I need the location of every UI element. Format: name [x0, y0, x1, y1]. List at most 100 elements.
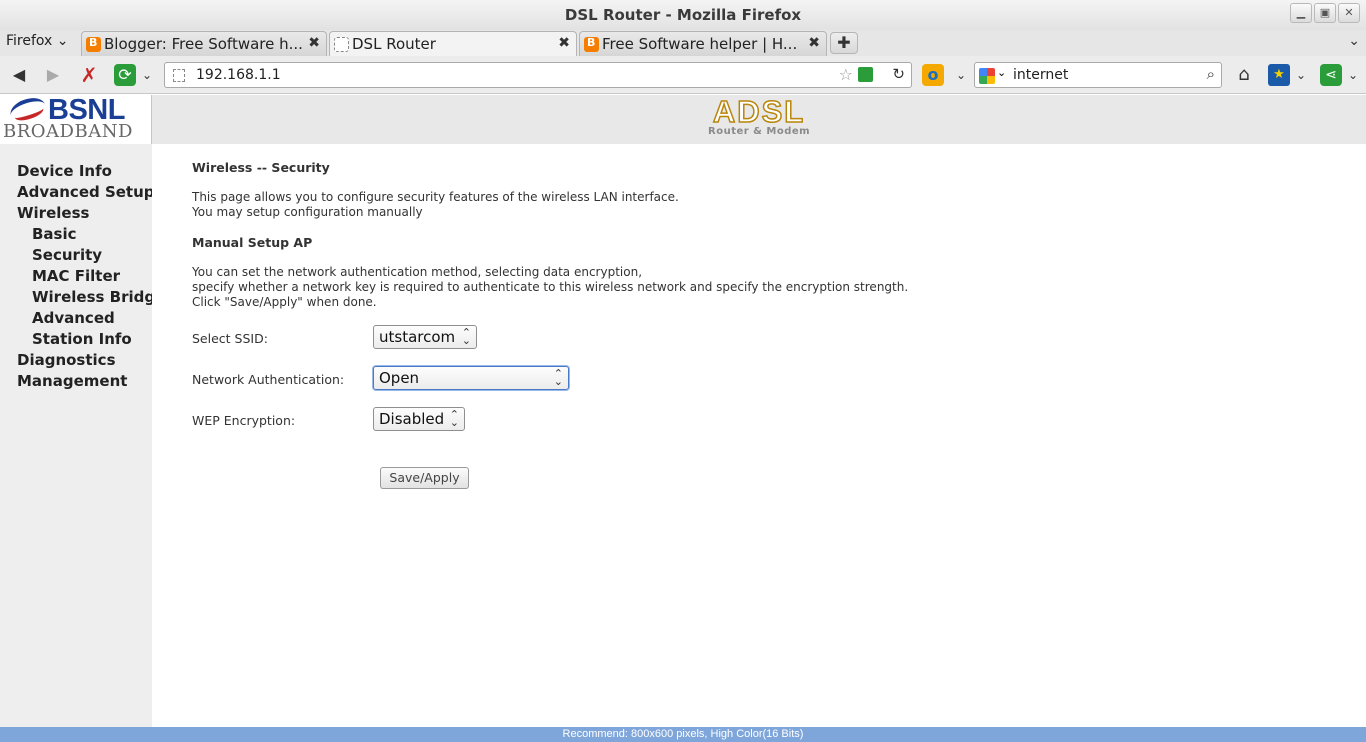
chevron-down-icon: ⌄ — [52, 33, 69, 49]
home-icon: ⌂ — [1238, 64, 1250, 85]
sync-button[interactable]: ⟳ — [114, 64, 136, 86]
tab-blogger[interactable]: Blogger: Free Software h... ✖ — [81, 31, 327, 56]
adsl-logo-title: ADSL — [712, 94, 806, 130]
ssid-select[interactable]: utstarcom ⌃ ⌄ — [373, 325, 477, 349]
search-icon[interactable]: ⌕ — [1207, 65, 1215, 83]
sidebar-item-management[interactable]: Management — [17, 372, 127, 390]
share-icon: ⋖ — [1325, 67, 1337, 83]
page-title: Wireless -- Security — [192, 160, 330, 175]
share-icon[interactable] — [858, 67, 873, 82]
arrow-left-icon: ◀ — [12, 65, 26, 84]
tab-dsl-router[interactable]: DSL Router ✖ — [329, 31, 577, 56]
sidebar-item-advanced-setup[interactable]: Advanced Setup — [17, 183, 152, 201]
description-text-3: Click "Save/Apply" when done. — [192, 295, 377, 309]
minimize-icon[interactable]: ▁ — [1290, 3, 1312, 23]
navigation-toolbar: ◀ ▶ ✗ ⟳ ⌄ 192.168.1.1 ☆ ↻ o ⌄ ⌄ internet… — [0, 56, 1366, 94]
window-title: DSL Router - Mozilla Firefox — [564, 6, 802, 24]
window-titlebar: DSL Router - Mozilla Firefox ▁ ▣ ✕ — [0, 0, 1366, 30]
sidebar-item-advanced[interactable]: Advanced — [32, 309, 115, 327]
bookmarks-button[interactable]: ★ — [1268, 64, 1290, 86]
plus-icon: ✚ — [837, 33, 851, 52]
search-bar[interactable]: ⌄ internet ⌕ — [974, 62, 1222, 88]
sidebar-item-station-info[interactable]: Station Info — [32, 330, 132, 348]
ssid-select-value: utstarcom — [379, 328, 456, 346]
sidebar-item-mac-filter[interactable]: MAC Filter — [32, 267, 120, 285]
sidebar-item-diagnostics[interactable]: Diagnostics — [17, 351, 116, 369]
new-tab-button[interactable]: ✚ — [830, 32, 858, 54]
sidebar-item-security[interactable]: Security — [32, 246, 102, 264]
noscript-button[interactable]: ✗ — [78, 64, 100, 86]
sync-menu-button[interactable]: ⌄ — [136, 64, 158, 86]
blogger-icon — [86, 36, 101, 52]
sidebar-item-basic[interactable]: Basic — [32, 225, 77, 243]
description-text-1: You can set the network authentication m… — [192, 265, 643, 279]
section-title: Manual Setup AP — [192, 235, 313, 250]
share-menu-button[interactable]: ⌄ — [1342, 64, 1364, 86]
back-button[interactable]: ◀ — [8, 64, 30, 86]
bookmark-star-icon[interactable]: ☆ — [839, 65, 853, 84]
updown-arrow-icon: ⌃ ⌄ — [449, 408, 459, 429]
tab-bar: Firefox ⌄ Blogger: Free Software h... ✖ … — [0, 30, 1366, 56]
network-auth-label: Network Authentication: — [192, 372, 345, 387]
arrow-right-icon: ▶ — [46, 65, 60, 84]
window-controls: ▁ ▣ ✕ — [1290, 3, 1360, 23]
home-button[interactable]: ⌂ — [1233, 64, 1255, 86]
page-content: BSNL BROADBAND ADSL Router & Modem Devic… — [0, 94, 1366, 742]
chevron-down-icon: ⌄ — [1295, 68, 1307, 82]
tab-close-icon[interactable]: ✖ — [808, 35, 820, 51]
tab-label: DSL Router — [352, 35, 436, 53]
network-auth-select-value: Open — [379, 369, 420, 387]
search-input[interactable]: internet — [1013, 67, 1068, 83]
chevron-down-icon: ⌄ — [1348, 33, 1360, 49]
tab-list-button[interactable]: ⌄ — [1348, 33, 1360, 49]
sidebar-item-device-info[interactable]: Device Info — [17, 162, 112, 180]
sidebar-item-wireless[interactable]: Wireless — [17, 204, 89, 222]
description-text-2: specify whether a network key is require… — [192, 280, 909, 294]
chevron-down-icon: ⌄ — [1347, 68, 1359, 82]
tab-free-software-helper[interactable]: Free Software helper | H... ✖ — [579, 31, 827, 56]
adsl-logo: ADSL Router & Modem — [708, 94, 811, 137]
save-apply-button[interactable]: Save/Apply — [380, 467, 469, 489]
updown-arrow-icon: ⌃ ⌄ — [553, 367, 563, 388]
firefox-menu-label: Firefox — [6, 33, 53, 49]
page-icon — [173, 69, 185, 82]
sync-icon: ⟳ — [118, 65, 132, 84]
addon-menu-button[interactable]: ⌄ — [950, 64, 972, 86]
intro-text-1: This page allows you to configure securi… — [192, 190, 679, 204]
chevron-down-icon[interactable]: ⌄ — [997, 66, 1006, 79]
address-bar[interactable]: 192.168.1.1 ☆ ↻ — [164, 62, 912, 88]
tab-close-icon[interactable]: ✖ — [558, 35, 570, 51]
bookmarks-icon: ★ — [1273, 67, 1285, 82]
network-auth-select[interactable]: Open ⌃ ⌄ — [373, 366, 569, 390]
wep-encryption-select-value: Disabled — [379, 410, 445, 428]
footer-bar: Recommend: 800x600 pixels, High Color(16… — [0, 727, 1366, 742]
updown-arrow-icon: ⌃ ⌄ — [461, 326, 471, 347]
chevron-down-icon: ⌄ — [141, 68, 153, 82]
intro-text-2: You may setup configuration manually — [192, 205, 423, 219]
url-text: 192.168.1.1 — [196, 67, 281, 83]
blank-page-icon — [334, 37, 349, 52]
reload-icon[interactable]: ↻ — [892, 65, 905, 83]
tab-label: Blogger: Free Software h... — [104, 35, 303, 53]
wep-encryption-label: WEP Encryption: — [192, 413, 296, 428]
tab-label: Free Software helper | H... — [602, 35, 798, 53]
close-icon[interactable]: ✕ — [1338, 3, 1360, 23]
logo-broadband-text: BROADBAND — [3, 121, 133, 142]
tab-close-icon[interactable]: ✖ — [308, 35, 320, 51]
addon-button[interactable]: o — [922, 64, 944, 86]
footer-text: Recommend: 800x600 pixels, High Color(16… — [562, 728, 804, 740]
share-button[interactable]: ⋖ — [1320, 64, 1342, 86]
wep-encryption-select[interactable]: Disabled ⌃ ⌄ — [373, 407, 465, 431]
bookmarks-menu-button[interactable]: ⌄ — [1290, 64, 1312, 86]
adsl-logo-subtitle: Router & Modem — [708, 126, 811, 137]
forward-button[interactable]: ▶ — [42, 64, 64, 86]
sidebar-item-wireless-bridge[interactable]: Wireless Bridge — [32, 288, 152, 306]
google-icon — [979, 68, 995, 84]
ssid-label: Select SSID: — [192, 331, 268, 346]
sidebar-menu: Device Info Advanced Setup Wireless Basi… — [0, 144, 152, 727]
blogger-icon — [584, 36, 599, 52]
addon-icon: o — [927, 65, 939, 84]
noscript-icon: ✗ — [80, 63, 98, 87]
maximize-icon[interactable]: ▣ — [1314, 3, 1336, 23]
firefox-menu-button[interactable]: Firefox ⌄ — [6, 33, 69, 49]
